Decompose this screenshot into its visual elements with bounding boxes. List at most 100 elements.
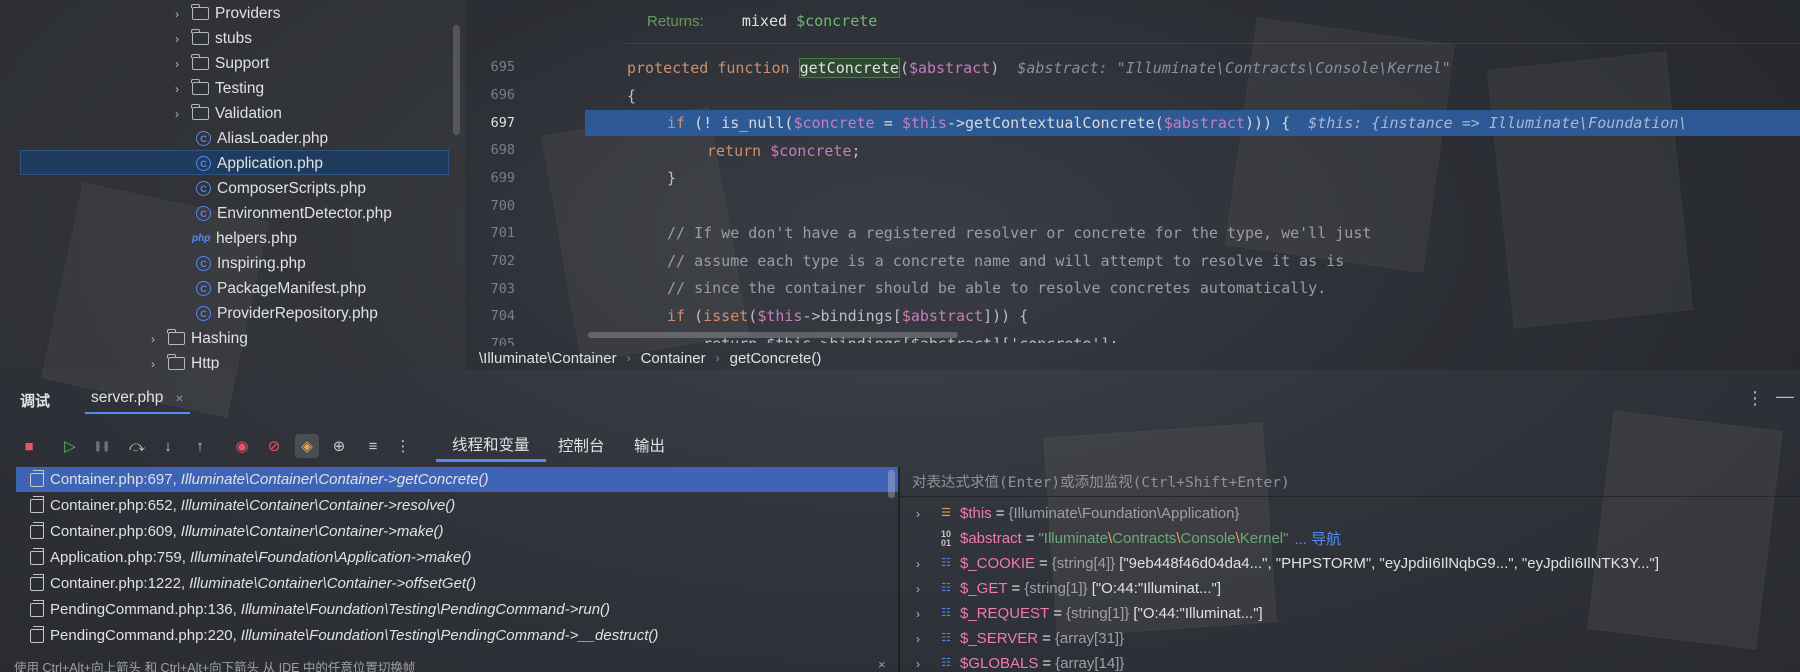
variable-row-abstract[interactable]: › 1001 $abstract = "Illuminate\Contracts… xyxy=(900,526,1800,551)
frame-location: Application.php:759, xyxy=(50,549,186,566)
variable-row-server[interactable]: › ☷ $_SERVER = {array[31]} xyxy=(900,626,1800,651)
tree-folder-providers[interactable]: › Providers xyxy=(170,1,280,26)
tree-folder-testing[interactable]: › Testing xyxy=(170,76,264,101)
view-breakpoints-icon[interactable]: ◉ xyxy=(230,434,254,458)
tree-file-composerscripts[interactable]: C ComposerScripts.php xyxy=(196,176,366,201)
breadcrumb-method[interactable]: getConcrete() xyxy=(730,350,822,367)
php-class-icon: C xyxy=(196,281,211,296)
code-token: $concrete xyxy=(770,142,852,160)
frames-scrollbar[interactable] xyxy=(888,470,895,498)
tree-folder-http[interactable]: › Http xyxy=(146,351,219,370)
tree-file-application[interactable]: C Application.php xyxy=(196,151,323,176)
variable-row-globals[interactable]: › ☷ $GLOBALS = {array[14]} xyxy=(900,651,1800,672)
variables-list: › ☰ $this = {Illuminate\Foundation\Appli… xyxy=(900,497,1800,672)
step-into-icon[interactable]: ↓ xyxy=(156,434,180,458)
mute-breakpoints-icon[interactable]: ⊘ xyxy=(262,434,286,458)
code-token: = xyxy=(874,114,902,132)
chevron-right-icon[interactable]: › xyxy=(170,7,184,21)
tree-file-aliasloader[interactable]: C AliasLoader.php xyxy=(196,126,328,151)
code-token: $this xyxy=(901,114,947,132)
code-line-696: { xyxy=(627,83,636,109)
more-options-icon[interactable]: ⋮ xyxy=(1746,388,1764,409)
stack-frame[interactable]: Container.php:697, Illuminate\Container\… xyxy=(16,467,898,492)
breadcrumb-namespace[interactable]: \Illuminate\Container xyxy=(479,350,617,367)
editor-horizontal-scrollbar[interactable] xyxy=(588,332,958,338)
frame-location: PendingCommand.php:220, xyxy=(50,627,237,644)
step-over-icon[interactable]: ⤼ xyxy=(125,434,149,458)
code-token: ( xyxy=(1154,114,1164,132)
tab-console[interactable]: 控制台 xyxy=(558,428,605,462)
close-icon[interactable]: × xyxy=(175,390,183,406)
navigate-link[interactable]: ... 导航 xyxy=(1294,528,1341,549)
pause-icon[interactable]: ❚❚ xyxy=(90,434,114,458)
tree-file-helpers[interactable]: php helpers.php xyxy=(192,226,297,251)
tree-folder-hashing[interactable]: › Hashing xyxy=(146,326,248,351)
frame-method: Illuminate\Foundation\Testing\PendingCom… xyxy=(240,627,659,644)
variable-row-request[interactable]: › ☷ $_REQUEST = {string[1]} ["O:44:"Illu… xyxy=(900,601,1800,626)
tree-item-label: Http xyxy=(191,354,220,371)
chevron-right-icon[interactable]: › xyxy=(170,57,184,71)
tree-file-inspiring[interactable]: C Inspiring.php xyxy=(196,251,306,276)
chevron-right-icon[interactable]: › xyxy=(146,357,160,371)
chevron-right-icon[interactable]: › xyxy=(146,332,160,346)
minimize-icon[interactable]: — xyxy=(1776,386,1794,407)
tree-folder-stubs[interactable]: › stubs xyxy=(170,26,252,51)
tree-folder-validation[interactable]: › Validation xyxy=(170,101,282,126)
equals-sign: = xyxy=(1039,555,1048,572)
chevron-right-icon[interactable]: › xyxy=(912,582,924,596)
stack-frame[interactable]: Container.php:1222, Illuminate\Container… xyxy=(16,571,898,596)
close-icon[interactable]: × xyxy=(878,657,886,672)
tree-file-packagemanifest[interactable]: C PackageManifest.php xyxy=(196,276,366,301)
chevron-right-icon[interactable]: › xyxy=(912,507,924,521)
code-token: $abstract xyxy=(901,307,984,325)
code-token: ) xyxy=(990,59,1000,77)
tab-threads-variables[interactable]: 线程和变量 xyxy=(436,428,546,462)
stop-icon[interactable]: ■ xyxy=(17,434,41,458)
line-number: 700 xyxy=(490,198,515,214)
folder-icon xyxy=(191,54,209,70)
variable-row-cookie[interactable]: › ☷ $_COOKIE = {string[4]} ["9eb448f46d0… xyxy=(900,551,1800,576)
tree-item-label: ComposerScripts.php xyxy=(217,179,367,197)
chevron-right-icon[interactable]: › xyxy=(912,632,924,646)
chevron-right-icon[interactable]: › xyxy=(912,607,924,621)
tab-output[interactable]: 输出 xyxy=(634,428,665,462)
chevron-right-icon[interactable]: › xyxy=(912,557,924,571)
chevron-right-icon[interactable]: › xyxy=(170,107,184,121)
break-on-first-line-icon[interactable]: ◈ xyxy=(295,434,319,458)
chevron-right-icon[interactable]: › xyxy=(170,82,184,96)
code-editor[interactable]: Returns: mixed $concrete 695 696 697 698… xyxy=(465,0,1800,370)
resume-icon[interactable]: ▷ xyxy=(58,434,82,458)
stack-frame[interactable]: PendingCommand.php:136, Illuminate\Found… xyxy=(16,597,898,622)
variable-row-get[interactable]: › ☷ $_GET = {string[1]} ["O:44:"Illumina… xyxy=(900,576,1800,601)
evaluate-expression-icon[interactable]: ⊕ xyxy=(327,434,351,458)
stack-frame[interactable]: Container.php:652, Illuminate\Container\… xyxy=(16,493,898,518)
array-icon: ☷ xyxy=(941,582,951,594)
code-line-703: // since the container should be able to… xyxy=(667,279,1327,297)
debug-title: 调试 xyxy=(20,393,51,410)
variable-name: $abstract xyxy=(960,530,1022,547)
array-icon: ☷ xyxy=(941,557,951,569)
stack-frame[interactable]: Application.php:759, Illuminate\Foundati… xyxy=(16,545,898,570)
variable-row-this[interactable]: › ☰ $this = {Illuminate\Foundation\Appli… xyxy=(900,501,1800,526)
step-out-icon[interactable]: ↑ xyxy=(188,434,212,458)
code-token: $abstract xyxy=(908,59,991,77)
variable-name: $_GET xyxy=(960,580,1008,597)
breadcrumb-separator: › xyxy=(626,351,631,365)
tab-server-php[interactable]: server.php × xyxy=(85,384,190,414)
evaluate-expression-input[interactable]: 对表达式求值(Enter)或添加监视(Ctrl+Shift+Enter) xyxy=(900,467,1800,497)
tree-item-label: PackageManifest.php xyxy=(217,279,367,297)
tree-file-providerrepository[interactable]: C ProviderRepository.php xyxy=(196,301,378,326)
tree-item-label: Application.php xyxy=(217,154,323,172)
stack-frame[interactable]: Container.php:609, Illuminate\Container\… xyxy=(16,519,898,544)
chevron-right-icon[interactable]: › xyxy=(170,32,184,46)
add-watch-icon[interactable]: ≡ xyxy=(361,434,385,458)
chevron-right-icon[interactable]: › xyxy=(912,657,924,671)
more-icon[interactable]: ⋮ xyxy=(391,434,415,458)
code-token: getContextualConcrete xyxy=(965,114,1155,132)
tree-folder-support[interactable]: › Support xyxy=(170,51,269,76)
tree-file-environmentdetector[interactable]: C EnvironmentDetector.php xyxy=(196,201,392,226)
breadcrumb-class[interactable]: Container xyxy=(641,350,706,367)
tree-scrollbar[interactable] xyxy=(453,25,460,135)
equals-sign: = xyxy=(1042,655,1052,672)
stack-frame[interactable]: PendingCommand.php:220, Illuminate\Found… xyxy=(16,623,898,648)
